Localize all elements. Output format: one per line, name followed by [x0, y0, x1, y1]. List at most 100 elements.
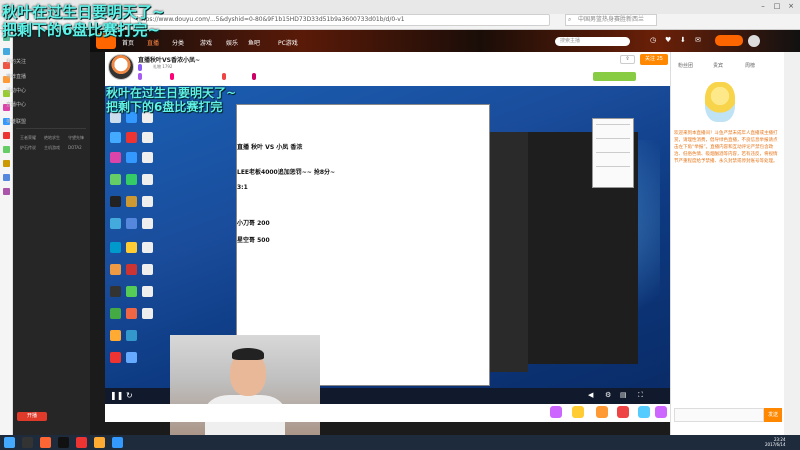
fullscreen-icon[interactable]: ⛶ [638, 391, 643, 400]
desktop-icon [142, 196, 153, 207]
upload-button[interactable]: 开播 [17, 412, 47, 421]
gift-icon[interactable] [596, 406, 608, 418]
webcam-person-hair [232, 348, 264, 360]
desktop-icon [126, 286, 137, 297]
site-header [90, 30, 800, 52]
context-menu [592, 118, 634, 188]
gift-icon[interactable] [638, 406, 650, 418]
address-bar[interactable]: https://www.douyu.com/...5&dyshid=0-80&9… [130, 14, 550, 26]
taskbar-app-icon[interactable] [58, 437, 69, 448]
desktop-icon [126, 330, 137, 341]
desktop-icon [110, 132, 121, 143]
desktop-icon [110, 152, 121, 163]
dark-app-sidebar [490, 132, 528, 372]
doc-line: 星空哥 500 [237, 237, 270, 244]
header-nav-category[interactable]: 分类 [172, 38, 184, 47]
gift-banner[interactable] [593, 72, 636, 81]
header-nav-fishbar[interactable]: 鱼吧 [248, 38, 260, 47]
user-avatar[interactable] [748, 35, 760, 47]
header-nav-ent[interactable]: 娱乐 [226, 38, 238, 47]
nav-grid-item[interactable]: 主机游戏 [44, 145, 60, 151]
clock-date: 2017/6/14 [765, 442, 786, 447]
taskbar-app-icon[interactable] [76, 437, 87, 448]
desktop-icon [126, 132, 137, 143]
volume-icon[interactable]: ◀ [588, 391, 593, 399]
streamer-avatar[interactable] [108, 54, 134, 80]
history-icon[interactable]: ◷ [650, 36, 656, 44]
settings-icon[interactable]: ⚙ [605, 391, 611, 399]
send-button[interactable]: 发送 [764, 408, 782, 422]
site-search-input[interactable]: 搜索主播 [555, 37, 630, 46]
desktop-icon [126, 352, 137, 363]
follow-list-icon[interactable]: ♥ [665, 36, 671, 44]
nav-grid-item[interactable]: 炉石传说 [20, 145, 36, 151]
nav-grid-item[interactable]: 绝地求生 [44, 135, 60, 141]
desktop-icon [126, 152, 137, 163]
gift-icon[interactable] [617, 406, 629, 418]
menu-divider [596, 152, 630, 153]
desktop-icon [142, 174, 153, 185]
close-icon[interactable]: × [786, 2, 796, 10]
gift-icon[interactable] [655, 406, 667, 418]
follow-button[interactable]: 关注 25 [640, 54, 668, 65]
menu-divider [596, 138, 630, 139]
header-nav-pcgame[interactable]: PC游戏 [278, 38, 298, 47]
header-nav-game[interactable]: 游戏 [200, 38, 212, 47]
desktop-icon [110, 264, 121, 275]
gift-icon[interactable] [572, 406, 584, 418]
level-badge [138, 64, 142, 71]
chat-tab-fans[interactable]: 粉丝团 [678, 62, 693, 69]
nav-item-follow[interactable]: 我的关注 [6, 58, 26, 65]
app-icon[interactable] [3, 132, 10, 139]
desktop-icon [142, 218, 153, 229]
menu-divider [596, 166, 630, 167]
refresh-icon[interactable]: ↻ [126, 391, 133, 400]
share-button[interactable]: ⇪ [620, 55, 635, 64]
taskbar-app-icon[interactable] [22, 437, 33, 448]
tag-badge [170, 73, 174, 80]
taskbar-app-icon[interactable] [112, 437, 123, 448]
danmaku-icon[interactable]: ▤ [620, 391, 627, 399]
tag-badge [138, 73, 142, 80]
app-icon[interactable] [3, 188, 10, 195]
desktop-icon [126, 196, 137, 207]
page-scrollbar[interactable] [784, 52, 800, 435]
browser-search-input[interactable]: 中国男篮热身赛胜新西兰 [565, 14, 657, 26]
nav-item-lol[interactable]: 英雄联盟 [6, 118, 26, 125]
app-icon[interactable] [3, 48, 10, 55]
desktop-icon [110, 218, 121, 229]
desktop-icon [126, 242, 137, 253]
desktop-icon [142, 308, 153, 319]
nav-item-live-center[interactable]: 直播中心 [6, 101, 26, 108]
minimize-icon[interactable]: – [758, 2, 768, 10]
upload-live-button[interactable] [715, 35, 743, 46]
desktop-icon [142, 152, 153, 163]
start-icon[interactable] [4, 437, 15, 448]
nav-item-recommend[interactable]: 推荐直播 [6, 73, 26, 80]
chat-input[interactable] [674, 408, 764, 422]
nav-grid-item[interactable]: 守望先锋 [68, 135, 84, 141]
chat-tab-weekly[interactable]: 周榜 [745, 62, 755, 69]
taskbar-app-icon[interactable] [94, 437, 105, 448]
menu-divider [596, 124, 630, 125]
desktop-icon [110, 330, 121, 341]
nav-grid-item[interactable]: 王者荣耀 [20, 135, 36, 141]
taskbar-app-icon[interactable] [40, 437, 51, 448]
gift-icon[interactable] [550, 406, 562, 418]
play-pause-icon[interactable]: ❚❚ [110, 391, 123, 400]
search-icon: ⌕ [568, 16, 572, 23]
chat-tab-vip[interactable]: 贵宾 [713, 62, 723, 69]
desktop-icon [110, 352, 121, 363]
app-icon[interactable] [3, 146, 10, 153]
app-icon[interactable] [3, 174, 10, 181]
chat-notice: 欢迎来到本直播间！斗鱼严禁未成年人直播或主播打赏，请理性消费，倡导绿色直播，不良… [674, 131, 778, 164]
maximize-icon[interactable]: □ [772, 2, 782, 10]
message-icon[interactable]: ✉ [695, 36, 701, 44]
nav-grid-item[interactable]: DOTA2 [68, 145, 82, 150]
nav-item-activity[interactable]: 活动中心 [6, 87, 26, 94]
follow-count: 25 [656, 56, 663, 62]
app-icon[interactable] [3, 160, 10, 167]
download-icon[interactable]: ⬇ [680, 36, 686, 44]
desktop-icon [126, 218, 137, 229]
mascot-image [705, 82, 735, 122]
